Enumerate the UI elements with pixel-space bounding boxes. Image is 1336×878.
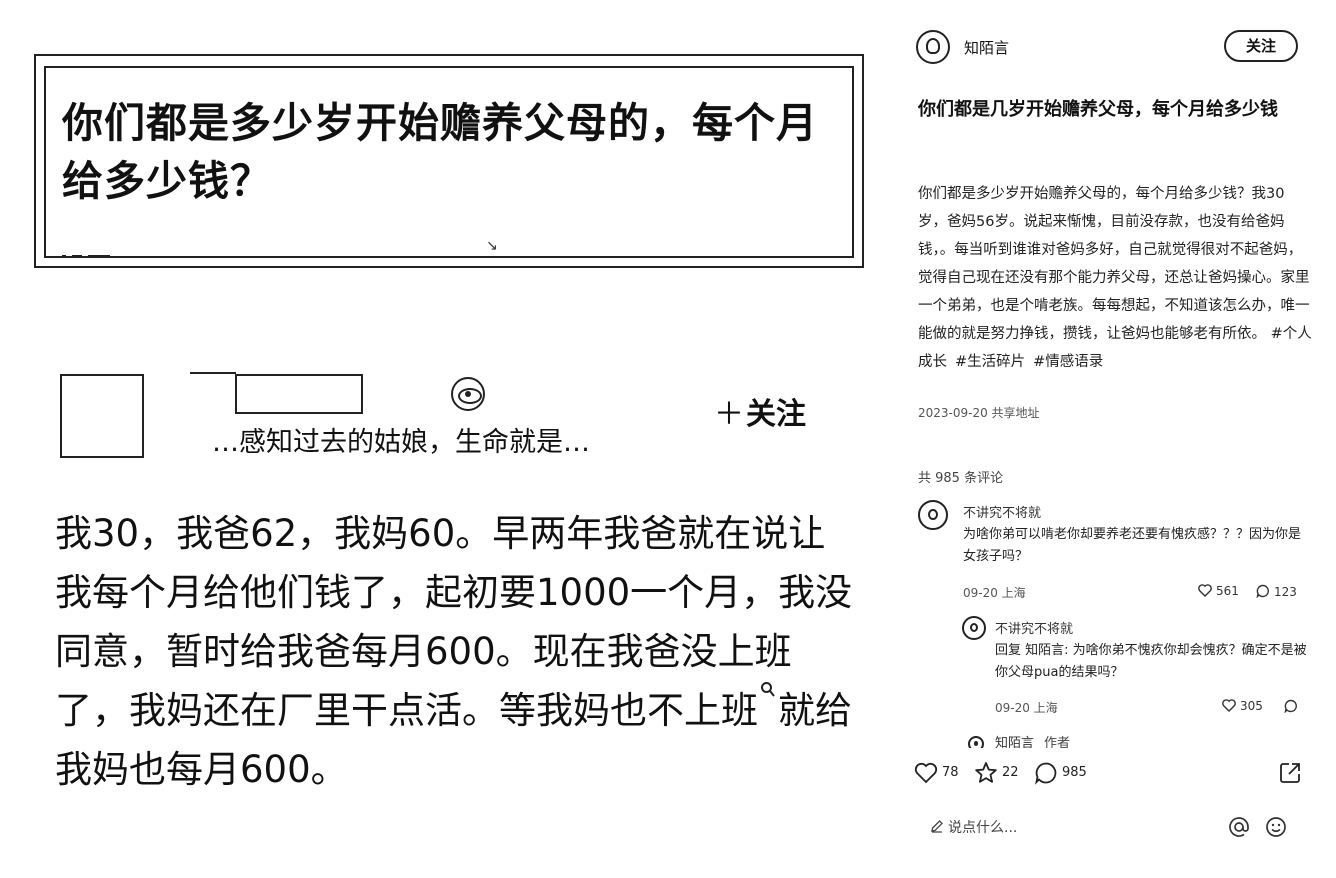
comment-like-count: 561 (1216, 584, 1239, 598)
heart-icon (1198, 584, 1212, 597)
like-button[interactable]: 78 (914, 760, 959, 786)
comment-meta: 09-20 上海 (995, 701, 1058, 715)
post-meta: 2023-09-20 共享地址 (918, 406, 1040, 420)
comment-input-bar (928, 812, 1308, 844)
star-count: 22 (1002, 765, 1019, 780)
post-body-text: 我30，我爸62，我妈60。早两年我爸就在说让我每个月给他们钱了，起初要1000… (55, 504, 855, 799)
hashtag-emotion-quotes[interactable]: #情感语录 (1033, 354, 1103, 370)
comment-text: 回复 知陌言: 为啥你弟不愧疚你却会愧疚？确定不是被你父母pua的结果吗？ (995, 643, 1307, 680)
comment-avatar[interactable] (968, 736, 984, 748)
comment-reply-item: 知陌言 作者 (968, 732, 1268, 748)
emoji-icon[interactable] (1265, 816, 1287, 838)
comment-icon (1256, 584, 1269, 598)
panel-title: 你们都是几岁开始赡养父母，每个月给多少钱 (918, 99, 1278, 120)
comment-avatar[interactable] (962, 616, 986, 640)
comment-count: 共 985 条评论 (918, 471, 1004, 486)
share-button[interactable] (1278, 760, 1306, 786)
collect-button[interactable]: 22 (974, 760, 1019, 786)
star-icon (975, 762, 997, 783)
body-text-part-1: 我30，我爸62，我妈60。早两年我爸就在说让我每个月给他们钱了，起初要1000… (55, 512, 853, 732)
search-icon[interactable] (760, 681, 776, 703)
comment-like-button[interactable]: 305 (1222, 699, 1263, 713)
title-card: 你们都是多少岁开始赡养父母的，每个月给多少钱？ ↘ (34, 54, 864, 268)
panel-author-avatar[interactable] (916, 30, 950, 64)
action-bar: 78 22 985 (914, 760, 1306, 788)
panel-content-text: 你们都是多少岁开始赡养父母的，每个月给多少钱？我30岁，爸妈56岁。说起来惭愧，… (918, 186, 1310, 342)
card-fragment (62, 246, 122, 258)
follow-label: 关注 (746, 397, 806, 432)
total-comment-count: 985 (1062, 765, 1087, 780)
comment-reply-button[interactable] (1284, 699, 1302, 714)
comment-text: 为啥你弟可以啃老你却要养老还要有愧疚感？？？因为你是女孩子吗？ (963, 527, 1302, 564)
author-avatar[interactable] (60, 374, 144, 458)
post-image: 你们都是多少岁开始赡养父母的，每个月给多少钱？ ↘ …感知过去的姑娘，生命就是…… (0, 0, 880, 878)
panel-author-name[interactable]: 知陌言 (964, 37, 1009, 58)
comment-icon (1284, 699, 1297, 713)
like-count: 78 (942, 765, 959, 780)
panel-follow-button[interactable]: 关注 (1224, 30, 1298, 62)
share-icon (1280, 762, 1300, 783)
comment-icon (1035, 762, 1057, 785)
hashtag-life-fragments[interactable]: #生活碎片 (955, 354, 1025, 370)
author-name-box[interactable] (235, 374, 363, 414)
follow-button[interactable]: ＋关注 (714, 393, 806, 437)
comment-meta: 09-20 上海 (963, 586, 1026, 600)
comment-item: 不讲究不将就 为啥你弟可以啃老你却要养老还要有愧疚感？？？因为你是女孩子吗？ 0… (918, 500, 1318, 610)
comment-button[interactable]: 985 (1034, 760, 1087, 786)
comment-reply-count: 123 (1274, 585, 1297, 599)
panel-header: 知陌言 关注 (916, 30, 1320, 66)
panel-content: 你们都是多少岁开始赡养父母的，每个月给多少钱？我30岁，爸妈56岁。说起来惭愧，… (918, 180, 1312, 376)
eye-icon (451, 377, 485, 411)
comment-reply-item: 不讲究不将就 回复 知陌言: 为啥你弟不愧疚你却会愧疚？确定不是被你父母pua的… (962, 616, 1318, 726)
comment-author-name: 知陌言 (995, 736, 1035, 748)
title-card-inner: 你们都是多少岁开始赡养父母的，每个月给多少钱？ ↘ (44, 66, 854, 258)
heart-icon (914, 762, 938, 783)
comment-author[interactable]: 不讲究不将就 (995, 618, 1073, 637)
card-title: 你们都是多少岁开始赡养父母的，每个月给多少钱？ (62, 99, 818, 205)
author-name-line (190, 372, 236, 374)
plus-icon: ＋ (714, 397, 744, 432)
comment-input[interactable] (928, 812, 1210, 844)
author-tag: 作者 (1044, 736, 1071, 748)
author-bio: …感知过去的姑娘，生命就是… (212, 427, 590, 458)
comment-author[interactable]: 知陌言 作者 (995, 732, 1070, 748)
comment-avatar[interactable] (918, 500, 948, 530)
comment-like-button[interactable]: 561 (1198, 584, 1239, 598)
comment-author[interactable]: 不讲究不将就 (963, 502, 1041, 521)
heart-icon (1222, 699, 1236, 712)
comment-reply-button[interactable]: 123 (1256, 584, 1297, 599)
at-icon[interactable] (1228, 816, 1250, 838)
comment-like-count: 305 (1240, 699, 1263, 713)
card-tick: ↘ (486, 238, 498, 254)
